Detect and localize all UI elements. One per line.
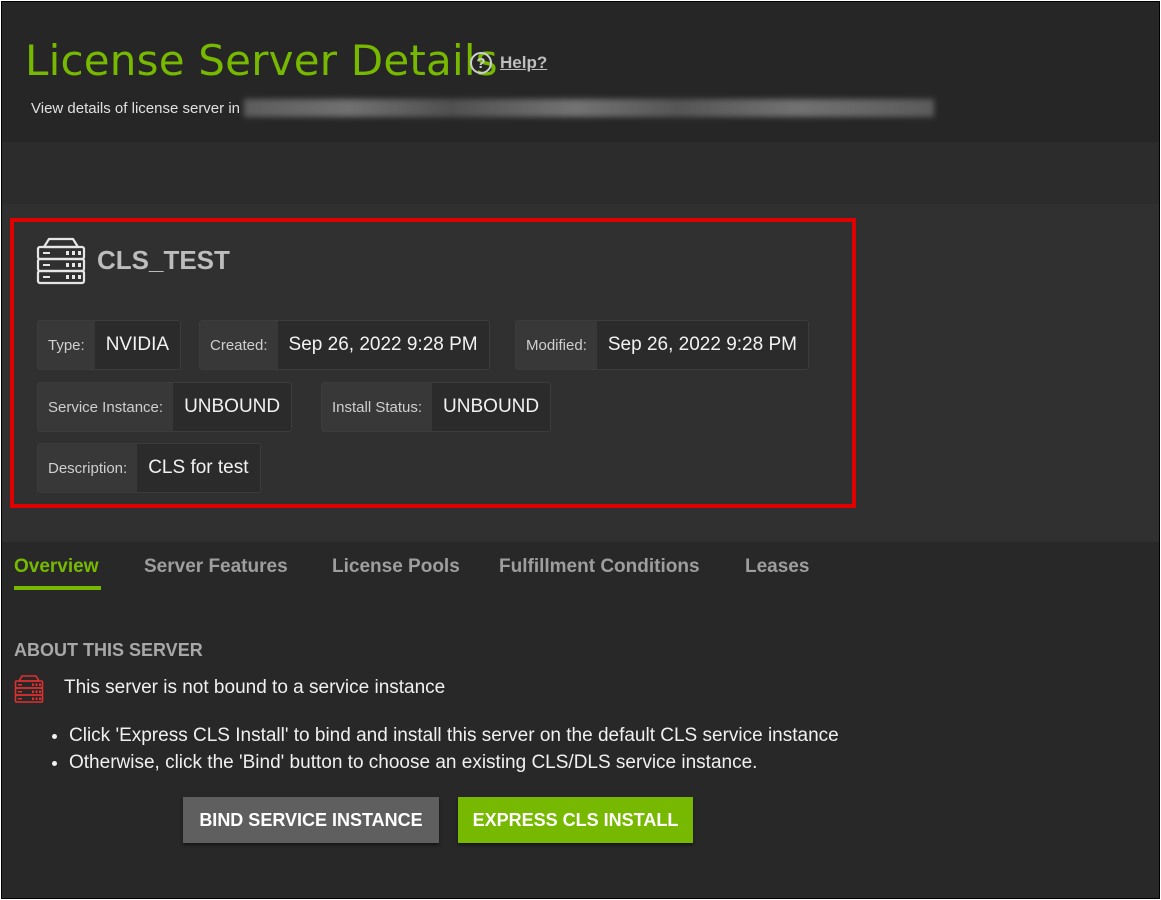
spacer-band xyxy=(2,142,1159,204)
tab-overview[interactable]: Overview xyxy=(14,556,99,578)
list-item: Otherwise, click the 'Bind' button to ch… xyxy=(69,749,839,776)
instructions-list: Click 'Express CLS Install' to bind and … xyxy=(47,722,839,776)
page-title: License Server Details xyxy=(25,36,498,85)
subtitle-text: View details of license server in xyxy=(31,99,240,117)
tab-leases[interactable]: Leases xyxy=(745,556,809,578)
help-group: ? Help? xyxy=(470,52,547,74)
help-link[interactable]: Help? xyxy=(500,53,547,73)
tab-server-features[interactable]: Server Features xyxy=(144,556,288,578)
tab-fulfillment-conditions[interactable]: Fulfillment Conditions xyxy=(499,556,700,578)
page-header: License Server Details ? Help? View deta… xyxy=(2,2,1159,142)
tab-license-pools[interactable]: License Pools xyxy=(332,556,460,578)
redacted-org-path xyxy=(244,99,934,117)
tab-bar: Overview Server Features License Pools F… xyxy=(2,542,1159,602)
active-tab-indicator xyxy=(14,586,101,590)
section-title: ABOUT THIS SERVER xyxy=(14,640,203,660)
bind-service-instance-button[interactable]: BIND SERVICE INSTANCE xyxy=(183,797,439,843)
express-cls-install-button[interactable]: EXPRESS CLS INSTALL xyxy=(458,797,693,843)
highlight-box xyxy=(10,218,856,508)
app-frame: License Server Details ? Help? View deta… xyxy=(1,1,1160,899)
server-warning-icon xyxy=(14,674,44,709)
overview-panel: ABOUT THIS SERVER This server is not bou… xyxy=(2,602,1159,898)
list-item: Click 'Express CLS Install' to bind and … xyxy=(69,722,839,749)
help-circle-icon[interactable]: ? xyxy=(470,52,492,74)
page-subtitle: View details of license server in xyxy=(31,99,934,117)
status-message: This server is not bound to a service in… xyxy=(64,677,446,698)
